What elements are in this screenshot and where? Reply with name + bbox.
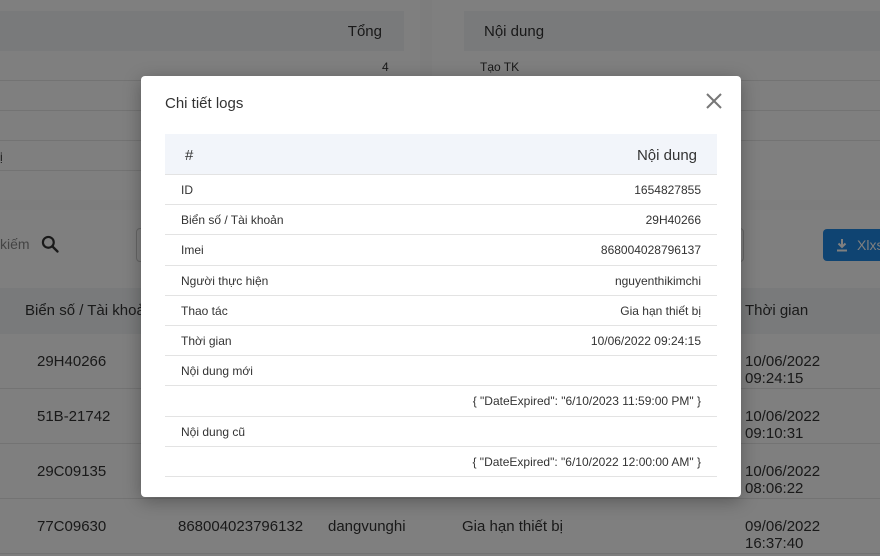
detail-value: 1654827855: [634, 183, 701, 197]
detail-key: Biển số / Tài khoản: [181, 213, 284, 228]
detail-row-new-content-json: { "DateExpired": "6/10/2023 11:59:00 PM"…: [165, 386, 717, 417]
detail-row-old-content: Nội dung cũ: [165, 417, 717, 447]
detail-key: Thời gian: [181, 333, 232, 348]
detail-row-id: ID 1654827855: [165, 175, 717, 206]
detail-value: { "DateExpired": "6/10/2023 11:59:00 PM"…: [472, 394, 701, 409]
detail-row-new-content: Nội dung mới: [165, 356, 717, 387]
detail-key: Nội dung cũ: [181, 424, 246, 439]
detail-key: Thao tác: [181, 303, 228, 318]
header-index: #: [185, 147, 194, 164]
header-content: Nội dung: [636, 147, 697, 164]
detail-key: Imei: [181, 243, 204, 258]
log-detail-modal: Chi tiết logs # Nội dung ID 1654827855 B…: [141, 76, 741, 497]
detail-value: 29H40266: [645, 213, 701, 228]
detail-key: Người thực hiện: [181, 273, 269, 288]
detail-row-plate: Biển số / Tài khoản 29H40266: [165, 205, 717, 236]
detail-key: Nội dung mới: [181, 364, 253, 379]
detail-row-time: Thời gian 10/06/2022 09:24:15: [165, 326, 717, 357]
log-detail-table: # Nội dung ID 1654827855 Biển số / Tài k…: [165, 134, 717, 477]
detail-value: 10/06/2022 09:24:15: [590, 333, 701, 348]
detail-value: Gia hạn thiết bị: [620, 303, 701, 318]
detail-value: { "DateExpired": "6/10/2022 12:00:00 AM"…: [472, 454, 701, 469]
close-icon[interactable]: [703, 90, 725, 112]
detail-value: 868004028796137: [600, 243, 701, 258]
detail-table-header: # Nội dung: [165, 134, 717, 175]
detail-value: nguyenthikimchi: [614, 273, 701, 288]
detail-row-action: Thao tác Gia hạn thiết bị: [165, 296, 717, 326]
detail-row-user: Người thực hiện nguyenthikimchi: [165, 266, 717, 296]
modal-title: Chi tiết logs: [165, 95, 244, 112]
detail-row-imei: Imei 868004028796137: [165, 235, 717, 266]
detail-row-old-content-json: { "DateExpired": "6/10/2022 12:00:00 AM"…: [165, 447, 717, 477]
detail-key: ID: [181, 183, 193, 197]
